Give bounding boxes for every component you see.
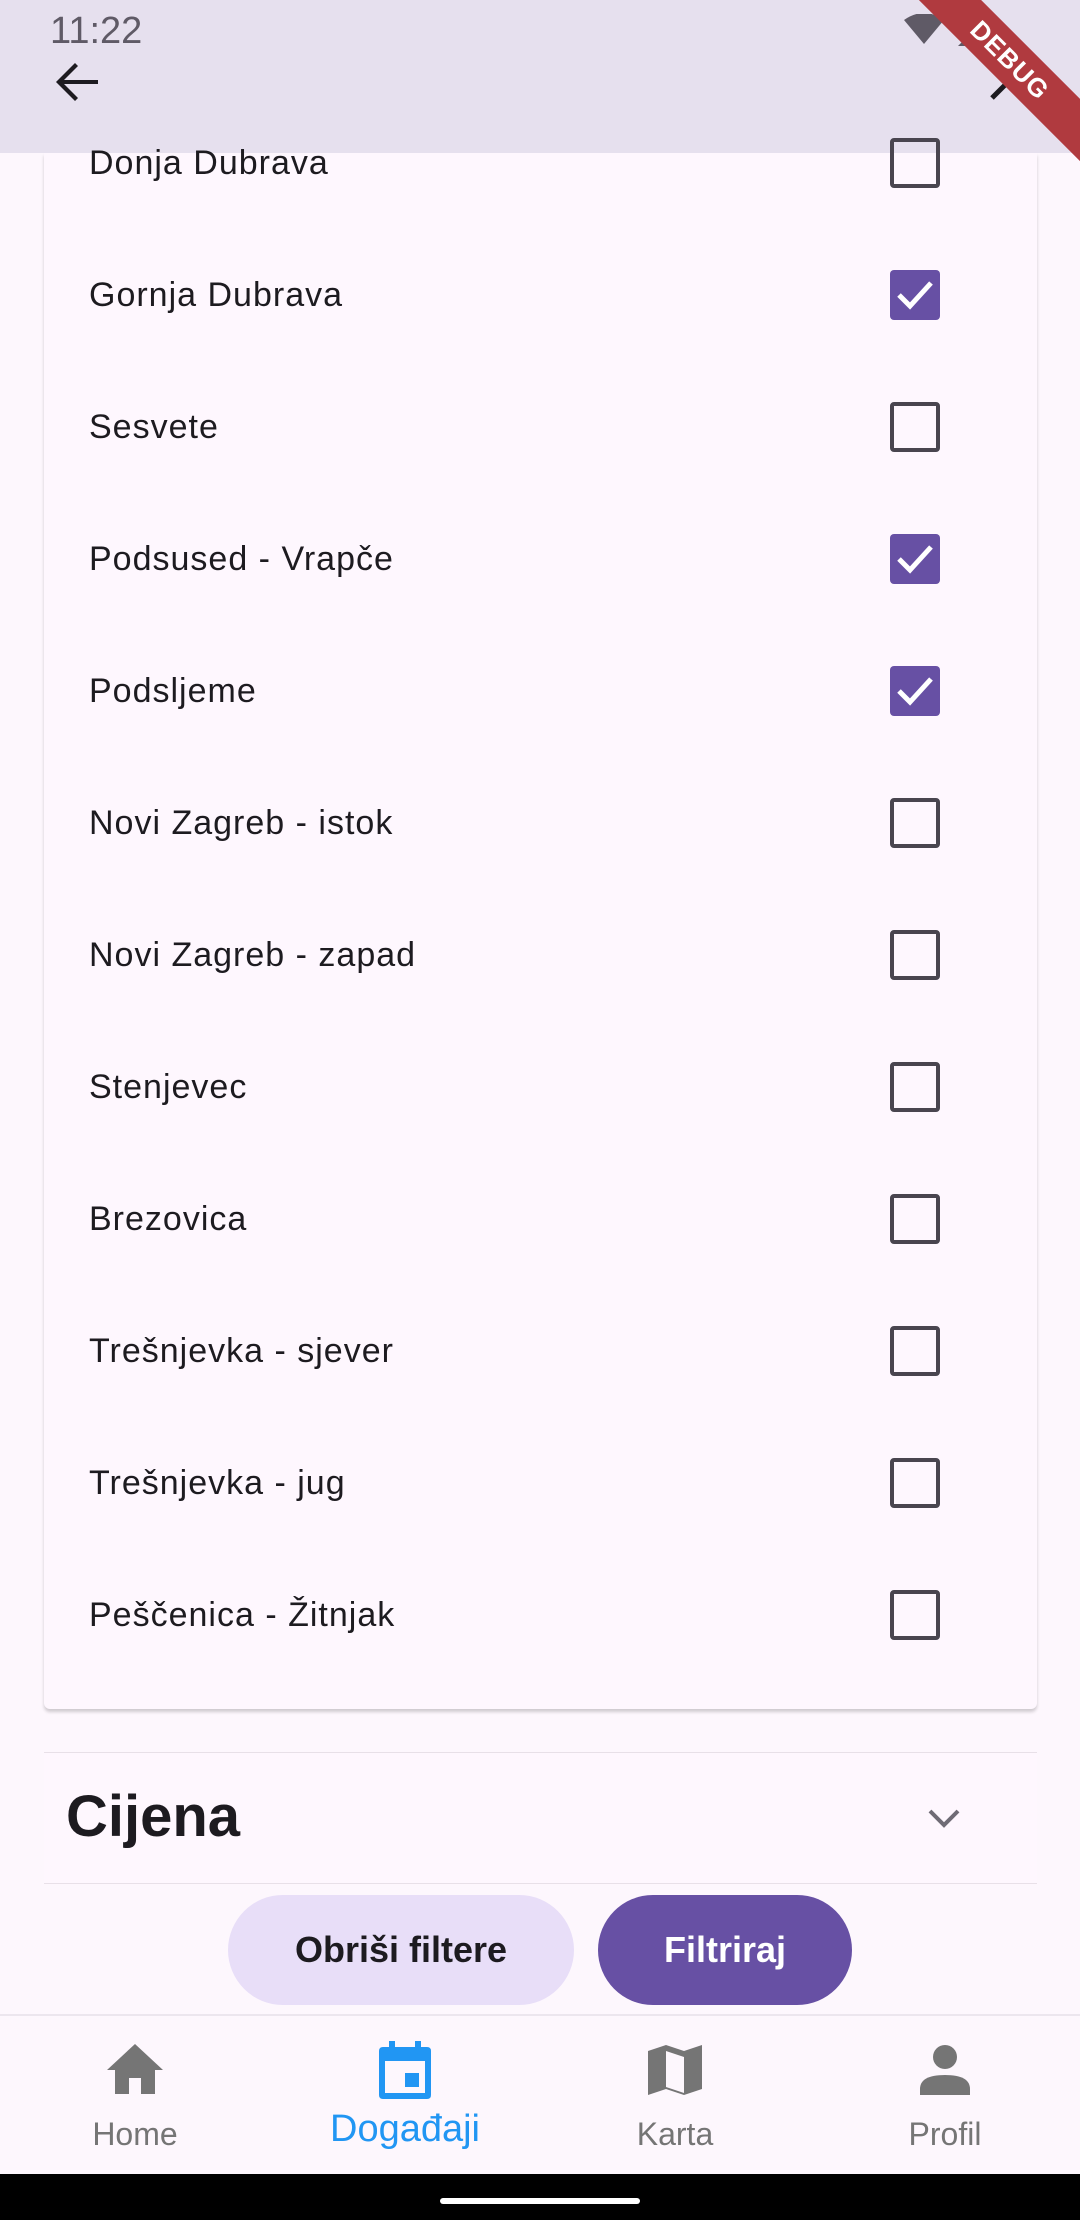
nav-label-events: Događaji — [330, 2108, 480, 2150]
nav-label-map: Karta — [636, 2116, 714, 2152]
status-time: 11:22 — [50, 10, 143, 52]
district-label: Brezovica — [89, 1199, 248, 1238]
district-label: Peščenica - Žitnjak — [89, 1595, 396, 1634]
district-label: Novi Zagreb - istok — [89, 803, 394, 842]
district-row[interactable]: Novi Zagreb - istok — [44, 757, 1037, 889]
nav-label-home: Home — [92, 2116, 178, 2152]
home-indicator[interactable] — [440, 2198, 640, 2204]
district-row[interactable]: Trešnjevka - sjever — [44, 1285, 1037, 1417]
district-row[interactable]: Podsused - Vrapče — [44, 493, 1037, 625]
chevron-down-icon — [928, 1809, 960, 1828]
check-icon — [897, 545, 933, 574]
filter-button[interactable]: Filtriraj — [598, 1895, 852, 2005]
home-icon — [107, 2044, 163, 2094]
district-list: Donja Dubrava Gornja Dubrava Sesvete Podsus… — [44, 138, 1037, 1709]
district-row[interactable]: Stenjevec — [44, 1021, 1037, 1153]
district-checkbox[interactable] — [890, 270, 940, 320]
price-section-title: Cijena — [66, 1784, 241, 1849]
district-checkbox[interactable] — [890, 534, 940, 584]
district-label: Sesvete — [89, 407, 219, 446]
district-checkbox[interactable] — [890, 930, 940, 980]
check-icon — [897, 677, 933, 706]
district-checkbox[interactable] — [890, 402, 940, 452]
district-row[interactable]: Podsljeme — [44, 625, 1037, 757]
district-label: Stenjevec — [89, 1067, 248, 1106]
district-label: Podsljeme — [89, 671, 257, 710]
district-label: Podsused - Vrapče — [89, 539, 394, 578]
district-checkbox[interactable] — [890, 798, 940, 848]
district-label: Trešnjevka - sjever — [89, 1331, 394, 1370]
nav-item-home[interactable]: Home — [0, 2016, 270, 2176]
bottom-navigation: Home Događaji Karta Profil — [0, 2014, 1080, 2174]
district-row[interactable]: Donja Dubrava — [44, 97, 1037, 229]
map-icon — [648, 2045, 702, 2095]
check-icon — [897, 281, 933, 310]
district-row[interactable]: Peščenica - Žitnjak — [44, 1549, 1037, 1681]
nav-item-map[interactable]: Karta — [540, 2016, 810, 2176]
district-checkbox[interactable] — [890, 1590, 940, 1640]
nav-label-profile: Profil — [908, 2116, 982, 2152]
person-icon — [920, 2045, 970, 2095]
district-row[interactable]: Novi Zagreb - zapad — [44, 889, 1037, 1021]
district-label: Trešnjevka - jug — [89, 1463, 346, 1502]
district-checkbox[interactable] — [890, 138, 940, 188]
district-label: Gornja Dubrava — [89, 275, 344, 314]
district-label: Donja Dubrava — [89, 143, 329, 182]
clear-filters-button[interactable]: Obriši filtere — [228, 1895, 574, 2005]
district-checkbox[interactable] — [890, 1194, 940, 1244]
nav-item-events[interactable]: Događaji — [270, 2016, 540, 2176]
district-label: Novi Zagreb - zapad — [89, 935, 417, 974]
district-checkbox[interactable] — [890, 666, 940, 716]
system-navigation-bar — [0, 2174, 1080, 2220]
district-row[interactable]: Trešnjevka - jug — [44, 1417, 1037, 1549]
price-section-header[interactable]: Cijena — [44, 1752, 1037, 1884]
district-checkbox[interactable] — [890, 1458, 940, 1508]
district-row[interactable]: Gornja Dubrava — [44, 229, 1037, 361]
district-row[interactable]: Brezovica — [44, 1153, 1037, 1285]
calendar-icon — [379, 2041, 431, 2099]
district-row[interactable]: Sesvete — [44, 361, 1037, 493]
nav-item-profile[interactable]: Profil — [810, 2016, 1080, 2176]
district-checkbox[interactable] — [890, 1062, 940, 1112]
district-checkbox[interactable] — [890, 1326, 940, 1376]
